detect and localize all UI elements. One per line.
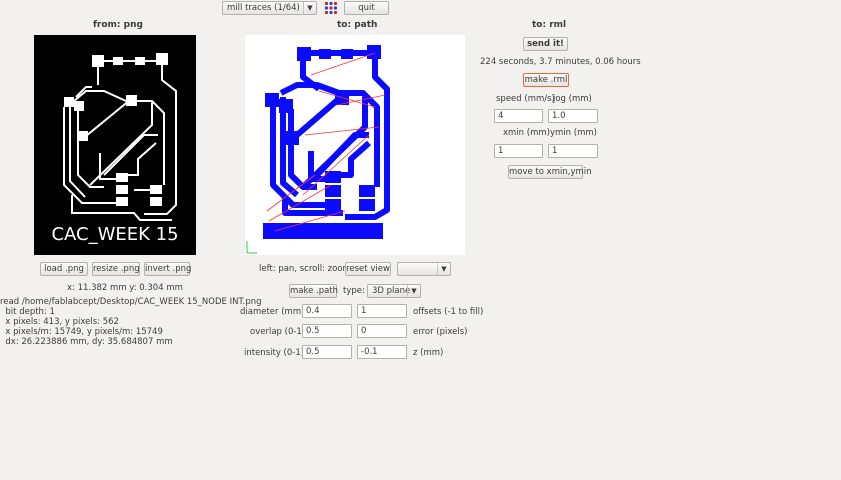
error-label: error (pixels) — [413, 327, 468, 337]
load-png-button[interactable]: load .png — [40, 262, 88, 276]
overlap-input[interactable]: 0.5 — [302, 324, 352, 338]
png-info-line-1: read /home/fablabcept/Desktop/CAC_WEEK 1… — [0, 297, 262, 307]
intensity-label: intensity (0-1) — [244, 348, 305, 358]
png-info-line-4: x pixels/m: 15749, y pixels/m: 15749 — [0, 327, 163, 337]
type-select[interactable]: 3D plane ▼ — [367, 284, 421, 298]
process-select[interactable]: mill traces (1/64) ▼ — [222, 1, 317, 15]
chevron-down-icon: ▼ — [407, 285, 420, 297]
make-rml-button[interactable]: make .rml — [523, 73, 569, 87]
error-input[interactable]: 0 — [357, 324, 407, 338]
png-preview: CAC_WEEK 15 — [34, 35, 196, 255]
process-select-value: mill traces (1/64) — [227, 3, 300, 13]
jog-label: jog (mm) — [553, 94, 592, 104]
resize-png-button[interactable]: resize .png — [92, 262, 140, 276]
move-to-xmin-ymin-button[interactable]: move to xmin,ymin — [508, 165, 592, 179]
path-preview-canvas[interactable] — [245, 35, 465, 255]
offsets-label: offsets (-1 to fill) — [413, 307, 484, 317]
offsets-input[interactable]: 1 — [357, 304, 407, 318]
cursor-coords: x: 11.382 mm y: 0.304 mm — [67, 283, 183, 293]
z-input[interactable]: -0.1 — [357, 345, 407, 359]
pcb-trace-image: CAC_WEEK 15 — [51, 53, 179, 245]
overlap-label: overlap (0-1) — [250, 327, 306, 337]
ymin-input[interactable]: 1 — [548, 144, 598, 158]
to-rml-title: to: rml — [532, 20, 567, 30]
ymin-label: ymin (mm) — [550, 128, 597, 138]
speed-input[interactable]: 4 — [494, 109, 543, 123]
z-label: z (mm) — [413, 348, 444, 358]
xmin-label: xmin (mm) — [503, 128, 550, 138]
time-estimate: 224 seconds, 3.7 minutes, 0.06 hours — [480, 57, 641, 67]
jog-input[interactable]: 1.0 — [548, 109, 598, 123]
intensity-input[interactable]: 0.5 — [302, 345, 352, 359]
png-info-line-2: bit depth: 1 — [0, 307, 55, 317]
board-label: CAC_WEEK 15 — [51, 224, 178, 245]
diameter-label: diameter (mm) — [240, 307, 305, 317]
type-select-value: 3D plane — [372, 286, 411, 296]
to-path-title: to: path — [337, 20, 378, 30]
speed-label: speed (mm/s) — [496, 94, 555, 104]
chevron-down-icon: ▼ — [437, 263, 450, 275]
send-it-button[interactable]: send it! — [523, 37, 568, 51]
diameter-input[interactable]: 0.4 — [302, 304, 352, 318]
reset-view-button[interactable]: reset view — [345, 262, 391, 276]
xmin-input[interactable]: 1 — [494, 144, 543, 158]
chevron-down-icon: ▼ — [303, 2, 316, 14]
invert-png-button[interactable]: invert .png — [144, 262, 191, 276]
type-label: type: — [343, 286, 365, 296]
make-path-button[interactable]: make .path — [289, 284, 338, 298]
png-info-line-3: x pixels: 413, y pixels: 562 — [0, 317, 119, 327]
grid-dots-icon — [324, 1, 338, 15]
png-info-line-5: dx: 26.223886 mm, dy: 35.684807 mm — [0, 337, 173, 347]
view-hint: left: pan, scroll: zoom — [259, 264, 351, 274]
from-png-title: from: png — [93, 20, 143, 30]
view-select[interactable]: ▼ — [397, 262, 451, 276]
quit-button[interactable]: quit — [344, 1, 389, 15]
